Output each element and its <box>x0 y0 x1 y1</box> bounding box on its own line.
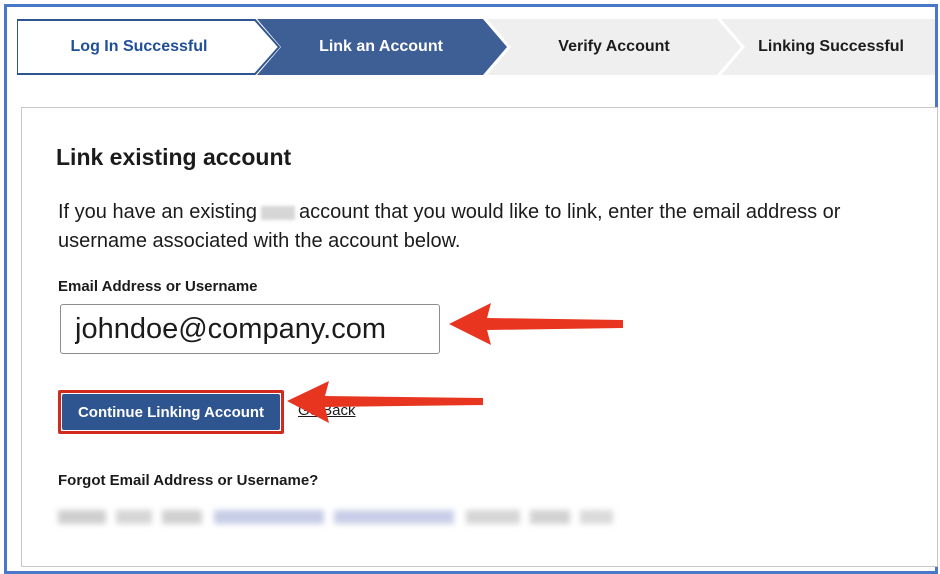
redacted-help-text <box>58 506 613 528</box>
card-title: Link existing account <box>56 144 292 170</box>
card-description: If you have an existing account that you … <box>58 198 878 256</box>
redacted-app-name <box>261 205 296 220</box>
step-verify-account: Verify Account <box>558 38 670 55</box>
step-log-in-successful: Log In Successful <box>70 38 208 55</box>
email-username-label: Email Address or Username <box>58 278 258 295</box>
progress-stepper: Log In Successful Link an Account Verify… <box>17 19 935 75</box>
arrow-to-input-icon <box>449 303 623 345</box>
email-username-input[interactable] <box>60 304 440 354</box>
screenshot-frame: Log In Successful Link an Account Verify… <box>4 4 938 574</box>
step-linking-successful: Linking Successful <box>758 38 904 55</box>
step-link-account: Link an Account <box>319 38 443 55</box>
forgot-username-label: Forgot Email Address or Username? <box>58 472 319 489</box>
continue-linking-button[interactable]: Continue Linking Account <box>62 394 280 430</box>
arrow-to-continue-icon <box>287 381 483 423</box>
description-part-1: If you have an existing <box>58 201 258 223</box>
